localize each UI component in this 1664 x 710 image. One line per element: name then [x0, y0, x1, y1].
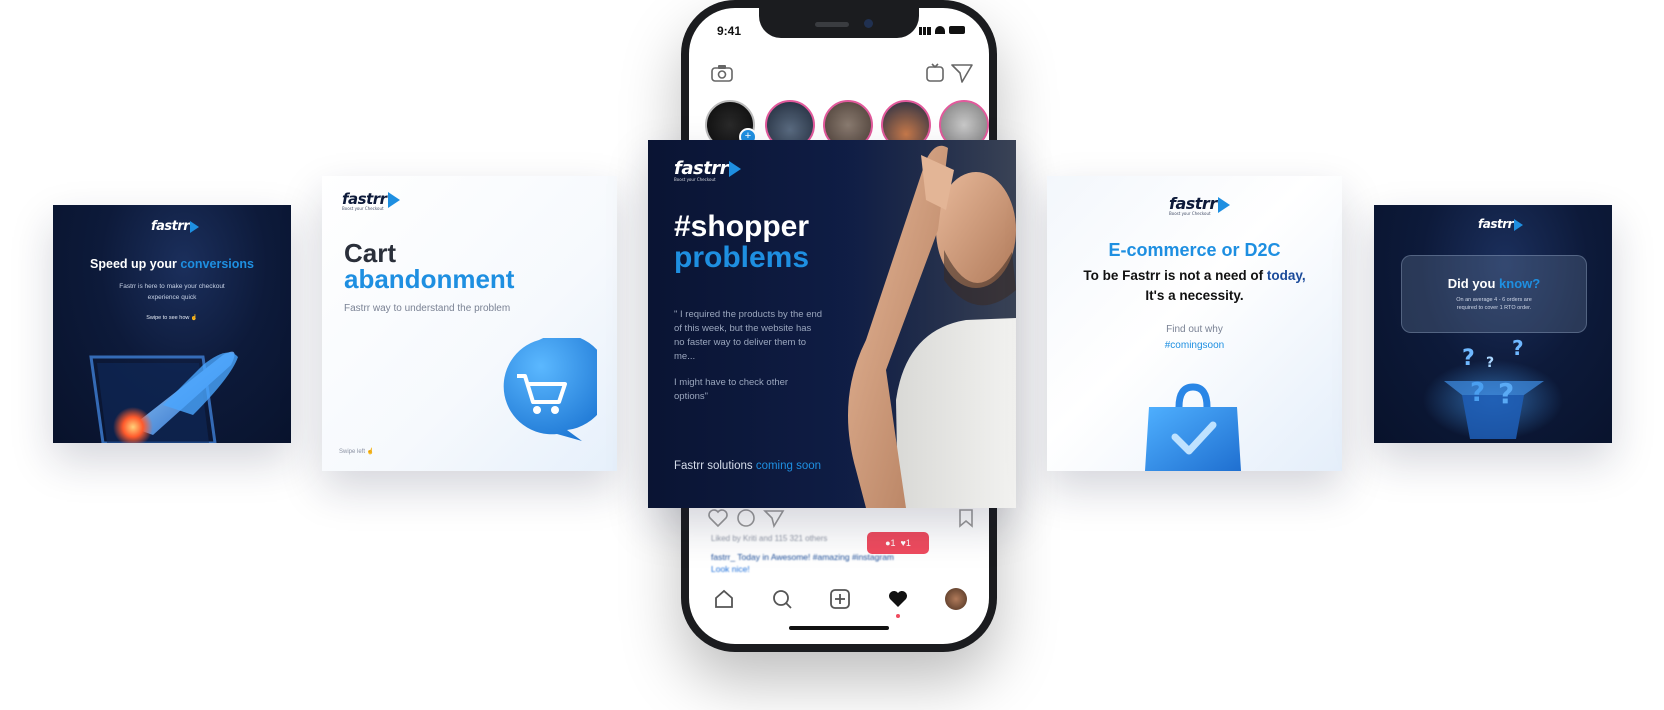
fastrr-logo: fastrr Boost your Checkout [1169, 194, 1230, 216]
activity-dot [896, 614, 900, 618]
add-post-icon[interactable] [829, 588, 851, 610]
wifi-icon [935, 26, 945, 34]
profile-avatar[interactable] [945, 588, 967, 610]
card-subtitle: Fastrr way to understand the problem [344, 303, 511, 314]
fastrr-logo: fastrr Boost your Checkout [342, 190, 400, 211]
likes-text: Liked by Kriti and 115 321 others [711, 534, 828, 543]
post-card-ecommerce-d2c[interactable]: fastrr Boost your Checkout E-commerce or… [1047, 176, 1342, 471]
post-card-did-you-know[interactable]: fastrr Did you know? On an average 4 - 6… [1374, 205, 1612, 443]
front-camera [864, 19, 873, 28]
fastrr-logo: fastrr Boost your Checkout [674, 158, 742, 182]
rocket-laptop-illustration [89, 351, 238, 443]
svg-text:?: ? [1486, 355, 1494, 371]
card-title-line2: problems [674, 241, 810, 274]
comment-icon[interactable] [735, 508, 757, 528]
home-indicator [789, 626, 889, 630]
card-title-line2: abandonment [344, 264, 515, 294]
customer-quote: " I required the products by the end of … [674, 309, 823, 362]
post-card-cart-abandonment[interactable]: fastrr Boost your Checkout Cart abandonm… [322, 176, 617, 471]
customer-quote-end: I might have to check other options" [674, 377, 789, 402]
card-title: E-commerce or D2C [1108, 240, 1281, 260]
post-card-speed-up[interactable]: fastrr Speed up your conversions Fastrr … [53, 205, 291, 443]
direct-message-icon[interactable] [951, 63, 973, 83]
hand-pointer-icon: ☝ [366, 449, 375, 455]
camera-icon[interactable] [711, 64, 733, 82]
activity-heart-icon[interactable] [887, 588, 909, 610]
like-icon[interactable] [707, 508, 729, 528]
share-icon[interactable] [763, 508, 785, 528]
question-box-illustration: ? ? ? ? ? [1423, 336, 1563, 440]
battery-icon [949, 26, 965, 34]
hashtag: #comingsoon [1164, 340, 1225, 351]
svg-text:?: ? [1470, 378, 1485, 408]
frustrated-man-photo [826, 140, 1016, 508]
notification-bubble: ●1 ♥1 [867, 532, 929, 554]
card-title-line1: #shopper [674, 210, 810, 243]
svg-text:?: ? [1462, 346, 1475, 371]
post-caption-line2: Look nice! [711, 564, 750, 574]
speaker [815, 22, 849, 27]
search-icon[interactable] [771, 588, 793, 610]
shopping-bag-check-icon [1145, 383, 1241, 471]
bookmark-icon[interactable] [957, 508, 975, 528]
signal-icon [919, 27, 931, 35]
status-time: 9:41 [717, 24, 742, 38]
card-footer: Fastrr solutions coming soon [674, 460, 822, 472]
status-icons [919, 26, 965, 35]
phone-notch [759, 8, 919, 38]
home-icon[interactable] [713, 588, 735, 610]
post-caption: fastrr_ Today in Awesome! #amazing #inst… [711, 552, 895, 562]
post-card-shopper-problems[interactable]: fastrr Boost your Checkout #shopper prob… [648, 140, 1016, 508]
card-line2: It's a necessity. [1145, 288, 1244, 303]
svg-text:?: ? [1512, 336, 1524, 360]
find-out-why: Find out why [1166, 324, 1223, 335]
card-line1: To be Fastrr is not a need of today, [1083, 268, 1306, 283]
swipe-left-hint: Swipe left ☝ [339, 449, 375, 455]
igtv-icon[interactable] [925, 63, 945, 83]
cart-bubble-icon [503, 338, 597, 441]
svg-text:?: ? [1498, 377, 1514, 410]
